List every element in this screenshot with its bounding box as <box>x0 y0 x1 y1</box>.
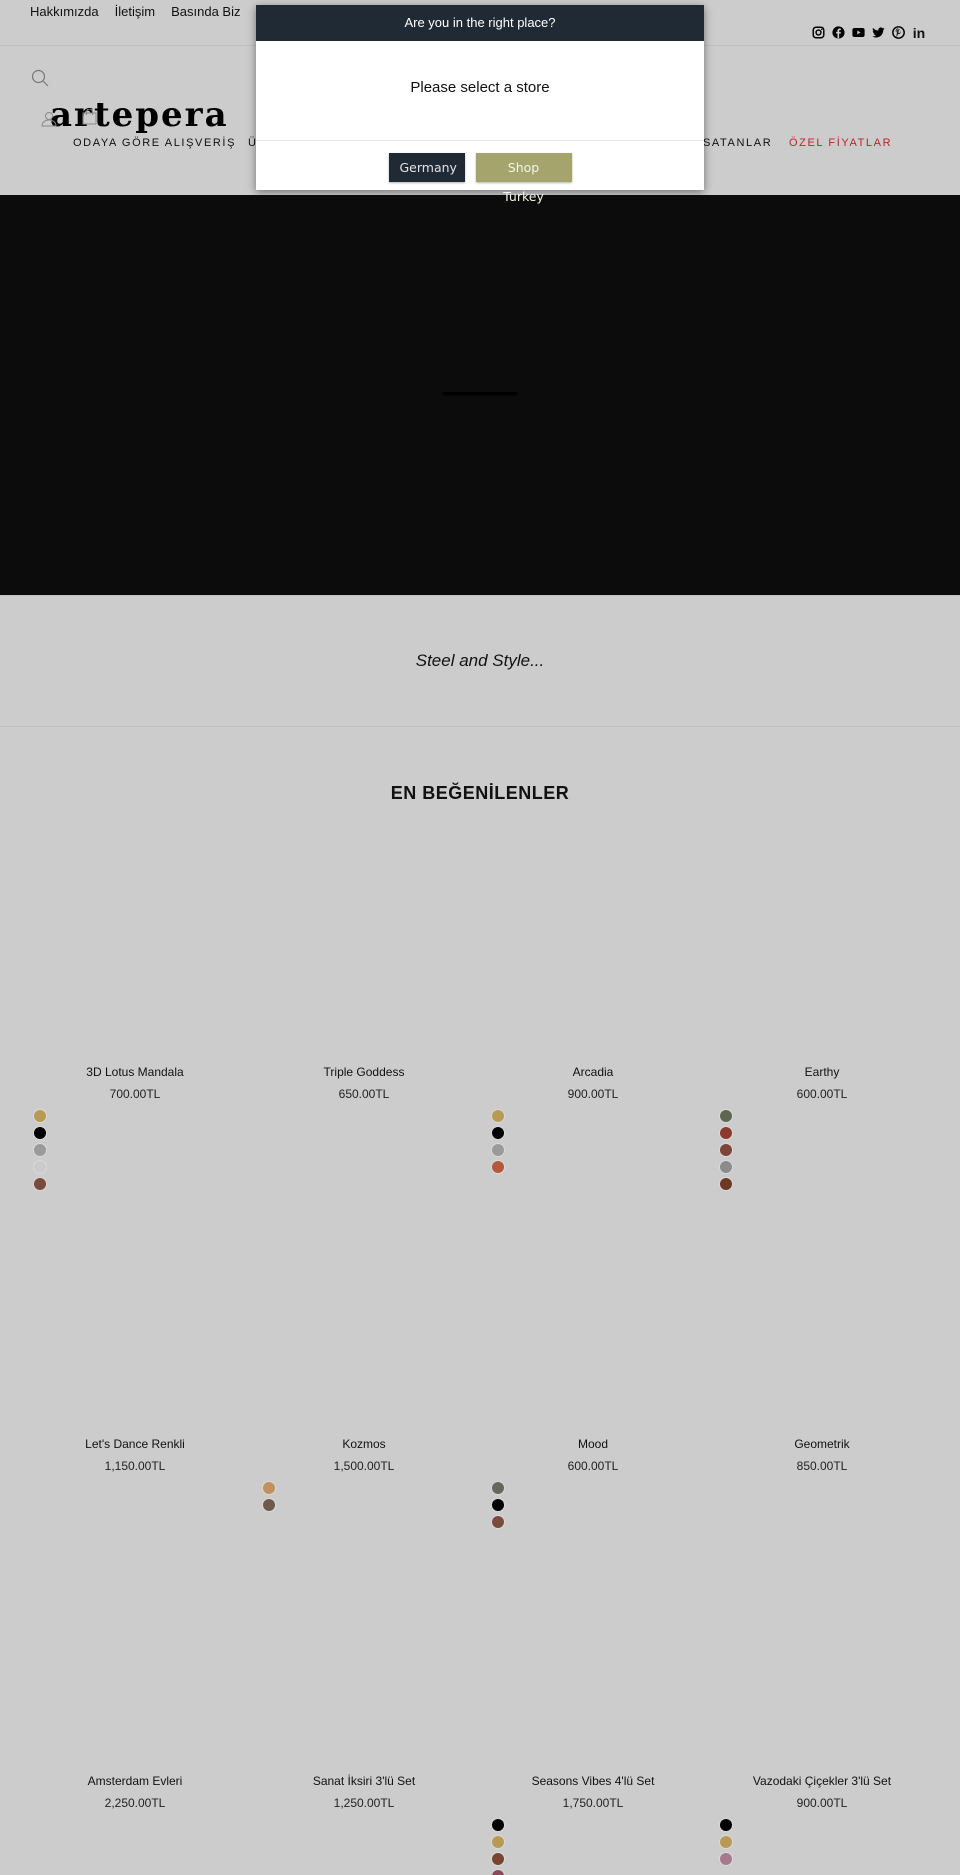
link-contact[interactable]: İletişim <box>115 4 155 19</box>
color-swatch[interactable] <box>492 1836 504 1848</box>
color-swatches <box>720 1110 732 1190</box>
product-price: 900.00TL <box>567 1087 619 1101</box>
instagram-icon[interactable] <box>812 26 825 39</box>
product-title[interactable]: Arcadia <box>478 1065 708 1079</box>
tagline: Steel and Style... <box>415 651 545 670</box>
color-swatch[interactable] <box>720 1819 732 1831</box>
product-card[interactable]: Let's Dance Renkli 1,150.00TL <box>20 1437 250 1473</box>
product-price: 1,150.00TL <box>104 1459 166 1473</box>
pinterest-icon[interactable] <box>892 26 905 39</box>
link-press[interactable]: Basında Biz <box>171 4 240 19</box>
product-title[interactable]: Let's Dance Renkli <box>20 1437 250 1451</box>
color-swatch[interactable] <box>492 1110 504 1122</box>
product-title[interactable]: Earthy <box>707 1065 937 1079</box>
product-price: 600.00TL <box>796 1087 848 1101</box>
product-price: 600.00TL <box>567 1459 619 1473</box>
search-icon[interactable] <box>31 69 49 87</box>
utility-links: Hakkımızda İletişim Basında Biz <box>30 4 240 19</box>
facebook-icon[interactable] <box>832 26 845 39</box>
color-swatch[interactable] <box>34 1178 46 1190</box>
color-swatch[interactable] <box>492 1482 504 1494</box>
product-card[interactable]: Arcadia 900.00TL <box>478 1065 708 1101</box>
product-price: 1,500.00TL <box>333 1459 395 1473</box>
color-swatches <box>492 1110 504 1173</box>
shop-turkey-button[interactable]: Shop Turkey <box>475 153 572 204</box>
product-card[interactable]: Geometrik 850.00TL <box>707 1437 937 1473</box>
link-about[interactable]: Hakkımızda <box>30 4 99 19</box>
product-card[interactable]: Triple Goddess 650.00TL <box>249 1065 479 1101</box>
product-title[interactable]: Amsterdam Evleri <box>20 1774 250 1788</box>
product-title[interactable]: Vazodaki Çiçekler 3'lü Set <box>707 1774 937 1788</box>
product-price: 1,750.00TL <box>562 1796 624 1810</box>
color-swatches <box>492 1819 504 1875</box>
color-swatch[interactable] <box>492 1516 504 1528</box>
product-price: 2,250.00TL <box>104 1796 166 1810</box>
color-swatches <box>720 1819 732 1865</box>
color-swatch[interactable] <box>263 1482 275 1494</box>
product-card[interactable]: Amsterdam Evleri 2,250.00TL <box>20 1774 250 1810</box>
color-swatch[interactable] <box>720 1161 732 1173</box>
product-title[interactable]: Kozmos <box>249 1437 479 1451</box>
linkedin-icon[interactable]: in <box>912 25 926 41</box>
product-card[interactable]: Sanat İksiri 3'lü Set 1,250.00TL <box>249 1774 479 1810</box>
modal-title: Are you in the right place? <box>256 5 704 41</box>
product-price: 1,250.00TL <box>333 1796 395 1810</box>
product-price: 650.00TL <box>338 1087 390 1101</box>
user-icon[interactable] <box>41 111 57 127</box>
cart-icon[interactable] <box>82 109 97 125</box>
color-swatch[interactable] <box>720 1144 732 1156</box>
color-swatch[interactable] <box>34 1127 46 1139</box>
youtube-icon[interactable] <box>852 26 865 39</box>
product-card[interactable]: Mood 600.00TL <box>478 1437 708 1473</box>
color-swatch[interactable] <box>720 1853 732 1865</box>
social-links: in <box>812 25 926 41</box>
color-swatch[interactable] <box>492 1870 504 1875</box>
germany-store-button[interactable]: Germany <box>388 153 465 182</box>
color-swatch[interactable] <box>720 1178 732 1190</box>
nav-shop-by-room[interactable]: ODAYA GÖRE ALIŞVERİŞ <box>73 137 236 149</box>
color-swatch[interactable] <box>720 1127 732 1139</box>
product-card[interactable]: Earthy 600.00TL <box>707 1065 937 1101</box>
product-title[interactable]: 3D Lotus Mandala <box>20 1065 250 1079</box>
color-swatch[interactable] <box>492 1161 504 1173</box>
product-price: 850.00TL <box>796 1459 848 1473</box>
modal-body: Please select a store <box>256 41 704 141</box>
product-title[interactable]: Triple Goddess <box>249 1065 479 1079</box>
color-swatch[interactable] <box>34 1110 46 1122</box>
hero-loading-bar <box>443 392 517 395</box>
modal-message: Please select a store <box>410 79 550 96</box>
nav-bestsellers[interactable]: SATANLAR <box>703 137 772 149</box>
product-title[interactable]: Sanat İksiri 3'lü Set <box>249 1774 479 1788</box>
product-title[interactable]: Geometrik <box>707 1437 937 1451</box>
color-swatch[interactable] <box>720 1110 732 1122</box>
twitter-icon[interactable] <box>872 26 885 39</box>
color-swatch[interactable] <box>34 1161 46 1173</box>
nav-special-prices[interactable]: ÖZEL FİYATLAR <box>789 137 892 149</box>
hero-banner <box>0 195 960 595</box>
store-selector-modal: Are you in the right place? Please selec… <box>256 5 704 204</box>
product-card[interactable]: Vazodaki Çiçekler 3'lü Set 900.00TL <box>707 1774 937 1810</box>
product-price: 900.00TL <box>796 1796 848 1810</box>
color-swatch[interactable] <box>492 1127 504 1139</box>
product-card[interactable]: Seasons Vibes 4'lü Set 1,750.00TL <box>478 1774 708 1810</box>
section-title: EN BEĞENİLENLER <box>390 783 570 803</box>
color-swatches <box>492 1482 504 1528</box>
product-card[interactable]: Kozmos 1,500.00TL <box>249 1437 479 1473</box>
logo[interactable]: artepera <box>50 95 229 135</box>
color-swatch[interactable] <box>263 1499 275 1511</box>
product-card[interactable]: 3D Lotus Mandala 700.00TL <box>20 1065 250 1101</box>
modal-footer: Germany Shop Turkey <box>256 141 704 204</box>
color-swatch[interactable] <box>492 1144 504 1156</box>
color-swatch[interactable] <box>720 1836 732 1848</box>
product-title[interactable]: Mood <box>478 1437 708 1451</box>
color-swatch[interactable] <box>492 1499 504 1511</box>
product-price: 700.00TL <box>109 1087 161 1101</box>
color-swatches <box>34 1110 46 1190</box>
color-swatches <box>263 1482 275 1511</box>
color-swatch[interactable] <box>492 1853 504 1865</box>
color-swatch[interactable] <box>492 1819 504 1831</box>
product-title[interactable]: Seasons Vibes 4'lü Set <box>478 1774 708 1788</box>
color-swatch[interactable] <box>34 1144 46 1156</box>
tagline-section: Steel and Style... <box>0 595 960 727</box>
